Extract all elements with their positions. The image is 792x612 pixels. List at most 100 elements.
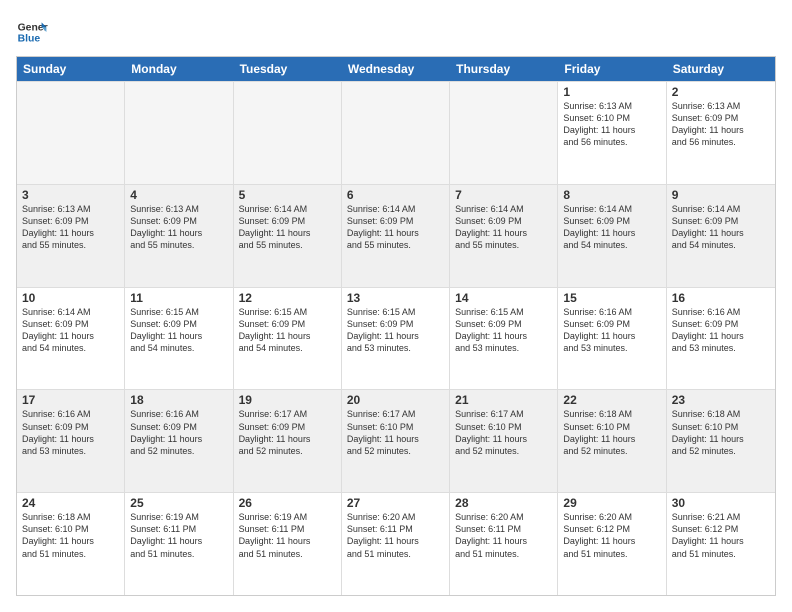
day-info: Sunrise: 6:18 AM Sunset: 6:10 PM Dayligh… <box>563 408 660 457</box>
day-info: Sunrise: 6:16 AM Sunset: 6:09 PM Dayligh… <box>672 306 770 355</box>
day-info: Sunrise: 6:14 AM Sunset: 6:09 PM Dayligh… <box>239 203 336 252</box>
day-info: Sunrise: 6:13 AM Sunset: 6:09 PM Dayligh… <box>22 203 119 252</box>
day-number: 10 <box>22 291 119 305</box>
day-info: Sunrise: 6:15 AM Sunset: 6:09 PM Dayligh… <box>130 306 227 355</box>
header-day-saturday: Saturday <box>667 57 775 81</box>
cal-cell: 20Sunrise: 6:17 AM Sunset: 6:10 PM Dayli… <box>342 390 450 492</box>
header-day-wednesday: Wednesday <box>342 57 450 81</box>
day-number: 7 <box>455 188 552 202</box>
cal-cell: 18Sunrise: 6:16 AM Sunset: 6:09 PM Dayli… <box>125 390 233 492</box>
header-day-tuesday: Tuesday <box>234 57 342 81</box>
cal-cell <box>342 82 450 184</box>
day-number: 2 <box>672 85 770 99</box>
day-number: 26 <box>239 496 336 510</box>
day-number: 22 <box>563 393 660 407</box>
day-info: Sunrise: 6:13 AM Sunset: 6:10 PM Dayligh… <box>563 100 660 149</box>
day-number: 13 <box>347 291 444 305</box>
cal-cell: 30Sunrise: 6:21 AM Sunset: 6:12 PM Dayli… <box>667 493 775 595</box>
day-info: Sunrise: 6:14 AM Sunset: 6:09 PM Dayligh… <box>347 203 444 252</box>
day-number: 6 <box>347 188 444 202</box>
cal-cell: 28Sunrise: 6:20 AM Sunset: 6:11 PM Dayli… <box>450 493 558 595</box>
cal-cell: 26Sunrise: 6:19 AM Sunset: 6:11 PM Dayli… <box>234 493 342 595</box>
day-info: Sunrise: 6:13 AM Sunset: 6:09 PM Dayligh… <box>130 203 227 252</box>
calendar: SundayMondayTuesdayWednesdayThursdayFrid… <box>16 56 776 596</box>
day-info: Sunrise: 6:16 AM Sunset: 6:09 PM Dayligh… <box>563 306 660 355</box>
day-info: Sunrise: 6:16 AM Sunset: 6:09 PM Dayligh… <box>22 408 119 457</box>
cal-cell: 23Sunrise: 6:18 AM Sunset: 6:10 PM Dayli… <box>667 390 775 492</box>
day-number: 3 <box>22 188 119 202</box>
header: General Blue <box>16 16 776 48</box>
day-number: 19 <box>239 393 336 407</box>
day-info: Sunrise: 6:17 AM Sunset: 6:09 PM Dayligh… <box>239 408 336 457</box>
cal-cell: 3Sunrise: 6:13 AM Sunset: 6:09 PM Daylig… <box>17 185 125 287</box>
day-info: Sunrise: 6:20 AM Sunset: 6:12 PM Dayligh… <box>563 511 660 560</box>
day-number: 16 <box>672 291 770 305</box>
day-number: 4 <box>130 188 227 202</box>
cal-row-0: 1Sunrise: 6:13 AM Sunset: 6:10 PM Daylig… <box>17 81 775 184</box>
day-info: Sunrise: 6:13 AM Sunset: 6:09 PM Dayligh… <box>672 100 770 149</box>
day-number: 5 <box>239 188 336 202</box>
day-number: 15 <box>563 291 660 305</box>
day-number: 23 <box>672 393 770 407</box>
cal-cell: 6Sunrise: 6:14 AM Sunset: 6:09 PM Daylig… <box>342 185 450 287</box>
cal-row-2: 10Sunrise: 6:14 AM Sunset: 6:09 PM Dayli… <box>17 287 775 390</box>
header-day-sunday: Sunday <box>17 57 125 81</box>
day-number: 11 <box>130 291 227 305</box>
cal-cell: 25Sunrise: 6:19 AM Sunset: 6:11 PM Dayli… <box>125 493 233 595</box>
day-info: Sunrise: 6:14 AM Sunset: 6:09 PM Dayligh… <box>22 306 119 355</box>
cal-cell: 19Sunrise: 6:17 AM Sunset: 6:09 PM Dayli… <box>234 390 342 492</box>
day-info: Sunrise: 6:21 AM Sunset: 6:12 PM Dayligh… <box>672 511 770 560</box>
calendar-header: SundayMondayTuesdayWednesdayThursdayFrid… <box>17 57 775 81</box>
cal-cell: 8Sunrise: 6:14 AM Sunset: 6:09 PM Daylig… <box>558 185 666 287</box>
cal-cell: 11Sunrise: 6:15 AM Sunset: 6:09 PM Dayli… <box>125 288 233 390</box>
day-info: Sunrise: 6:16 AM Sunset: 6:09 PM Dayligh… <box>130 408 227 457</box>
cal-cell: 22Sunrise: 6:18 AM Sunset: 6:10 PM Dayli… <box>558 390 666 492</box>
day-info: Sunrise: 6:19 AM Sunset: 6:11 PM Dayligh… <box>239 511 336 560</box>
day-number: 25 <box>130 496 227 510</box>
day-info: Sunrise: 6:14 AM Sunset: 6:09 PM Dayligh… <box>563 203 660 252</box>
cal-row-3: 17Sunrise: 6:16 AM Sunset: 6:09 PM Dayli… <box>17 389 775 492</box>
cal-cell: 14Sunrise: 6:15 AM Sunset: 6:09 PM Dayli… <box>450 288 558 390</box>
svg-text:Blue: Blue <box>18 34 41 45</box>
day-info: Sunrise: 6:20 AM Sunset: 6:11 PM Dayligh… <box>455 511 552 560</box>
cal-cell: 9Sunrise: 6:14 AM Sunset: 6:09 PM Daylig… <box>667 185 775 287</box>
cal-cell: 7Sunrise: 6:14 AM Sunset: 6:09 PM Daylig… <box>450 185 558 287</box>
day-number: 21 <box>455 393 552 407</box>
day-number: 28 <box>455 496 552 510</box>
day-number: 20 <box>347 393 444 407</box>
day-info: Sunrise: 6:14 AM Sunset: 6:09 PM Dayligh… <box>455 203 552 252</box>
cal-cell: 10Sunrise: 6:14 AM Sunset: 6:09 PM Dayli… <box>17 288 125 390</box>
day-info: Sunrise: 6:18 AM Sunset: 6:10 PM Dayligh… <box>22 511 119 560</box>
cal-cell: 1Sunrise: 6:13 AM Sunset: 6:10 PM Daylig… <box>558 82 666 184</box>
page: General Blue SundayMondayTuesdayWednesda… <box>0 0 792 612</box>
cal-cell: 5Sunrise: 6:14 AM Sunset: 6:09 PM Daylig… <box>234 185 342 287</box>
day-number: 12 <box>239 291 336 305</box>
cal-cell: 12Sunrise: 6:15 AM Sunset: 6:09 PM Dayli… <box>234 288 342 390</box>
calendar-body: 1Sunrise: 6:13 AM Sunset: 6:10 PM Daylig… <box>17 81 775 595</box>
cal-cell <box>234 82 342 184</box>
cal-cell: 4Sunrise: 6:13 AM Sunset: 6:09 PM Daylig… <box>125 185 233 287</box>
cal-cell: 15Sunrise: 6:16 AM Sunset: 6:09 PM Dayli… <box>558 288 666 390</box>
logo: General Blue <box>16 16 48 48</box>
day-number: 1 <box>563 85 660 99</box>
cal-cell: 13Sunrise: 6:15 AM Sunset: 6:09 PM Dayli… <box>342 288 450 390</box>
header-day-monday: Monday <box>125 57 233 81</box>
cal-cell: 17Sunrise: 6:16 AM Sunset: 6:09 PM Dayli… <box>17 390 125 492</box>
day-number: 27 <box>347 496 444 510</box>
cal-row-4: 24Sunrise: 6:18 AM Sunset: 6:10 PM Dayli… <box>17 492 775 595</box>
day-info: Sunrise: 6:17 AM Sunset: 6:10 PM Dayligh… <box>455 408 552 457</box>
cal-cell: 16Sunrise: 6:16 AM Sunset: 6:09 PM Dayli… <box>667 288 775 390</box>
day-info: Sunrise: 6:19 AM Sunset: 6:11 PM Dayligh… <box>130 511 227 560</box>
day-info: Sunrise: 6:15 AM Sunset: 6:09 PM Dayligh… <box>347 306 444 355</box>
cal-cell <box>125 82 233 184</box>
day-info: Sunrise: 6:15 AM Sunset: 6:09 PM Dayligh… <box>455 306 552 355</box>
header-day-friday: Friday <box>558 57 666 81</box>
day-number: 30 <box>672 496 770 510</box>
day-number: 17 <box>22 393 119 407</box>
day-number: 29 <box>563 496 660 510</box>
day-number: 9 <box>672 188 770 202</box>
cal-cell: 2Sunrise: 6:13 AM Sunset: 6:09 PM Daylig… <box>667 82 775 184</box>
logo-icon: General Blue <box>16 16 48 48</box>
day-number: 14 <box>455 291 552 305</box>
cal-cell <box>17 82 125 184</box>
